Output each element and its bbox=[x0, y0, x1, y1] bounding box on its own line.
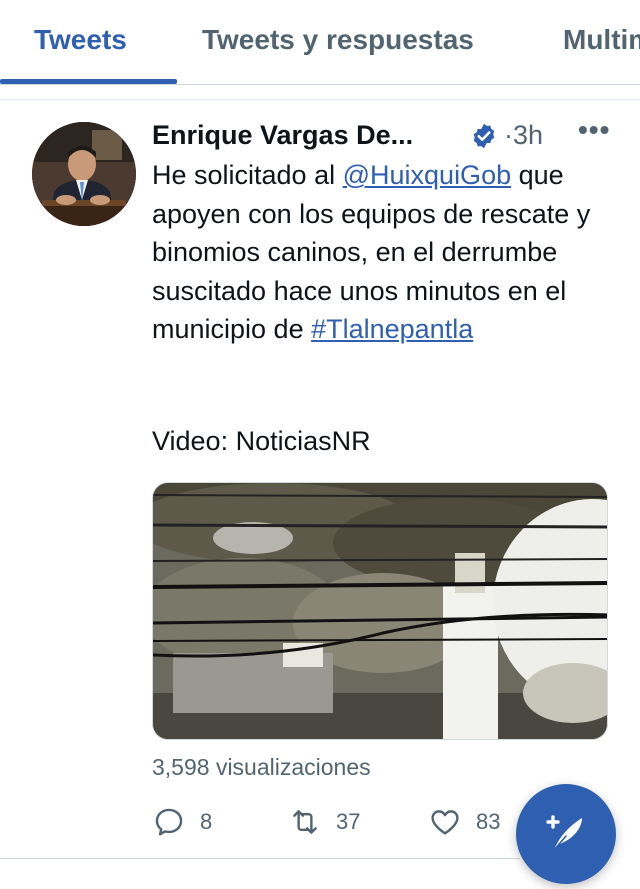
retweet-count: 37 bbox=[336, 809, 361, 834]
tweet-header: Enrique Vargas De... ·3h ••• bbox=[152, 114, 622, 156]
compose-tweet-icon bbox=[546, 815, 582, 851]
reply-count: 8 bbox=[200, 809, 213, 834]
hashtag-link[interactable]: #Tlalnepantla bbox=[311, 314, 473, 344]
view-count: 3,598 visualizaciones bbox=[152, 754, 371, 780]
time-value: 3h bbox=[513, 120, 544, 150]
tweet-text-part: He solicitado al bbox=[152, 160, 343, 190]
active-tab-indicator bbox=[0, 79, 177, 84]
retweet-icon bbox=[293, 810, 317, 834]
reply-icon bbox=[155, 808, 183, 836]
verified-badge-icon bbox=[473, 123, 495, 149]
more-options-icon[interactable]: ••• bbox=[578, 114, 610, 146]
reply-button[interactable]: 8 bbox=[152, 802, 212, 842]
author-name[interactable]: Enrique Vargas De... bbox=[152, 120, 413, 151]
like-button[interactable]: 83 bbox=[428, 802, 500, 842]
time-separator: · bbox=[504, 120, 513, 150]
tweet-video[interactable] bbox=[152, 482, 608, 740]
mention-link[interactable]: @HuixquiGob bbox=[343, 160, 512, 190]
like-count: 83 bbox=[476, 809, 501, 834]
tweet-actions: 8 37 83 bbox=[152, 802, 552, 842]
tab-tweets[interactable]: Tweets bbox=[34, 24, 127, 56]
section-divider bbox=[0, 86, 640, 100]
tab-media[interactable]: Multimedia bbox=[563, 24, 640, 56]
avatar-photo bbox=[32, 122, 136, 226]
tweet-time[interactable]: ·3h bbox=[504, 120, 543, 151]
profile-tabs: Tweets Tweets y respuestas Multimedia bbox=[0, 0, 640, 85]
video-credit: Video: NoticiasNR bbox=[152, 426, 371, 456]
heart-icon bbox=[431, 810, 459, 835]
video-frame bbox=[153, 483, 607, 739]
tweet-divider bbox=[0, 858, 520, 859]
tab-tweets-and-replies[interactable]: Tweets y respuestas bbox=[202, 24, 474, 56]
compose-tweet-button[interactable] bbox=[516, 784, 616, 884]
retweet-button[interactable]: 37 bbox=[288, 802, 360, 842]
author-avatar[interactable] bbox=[32, 122, 136, 226]
tweet-text: He solicitado al @HuixquiGob que apoyen … bbox=[152, 156, 612, 349]
